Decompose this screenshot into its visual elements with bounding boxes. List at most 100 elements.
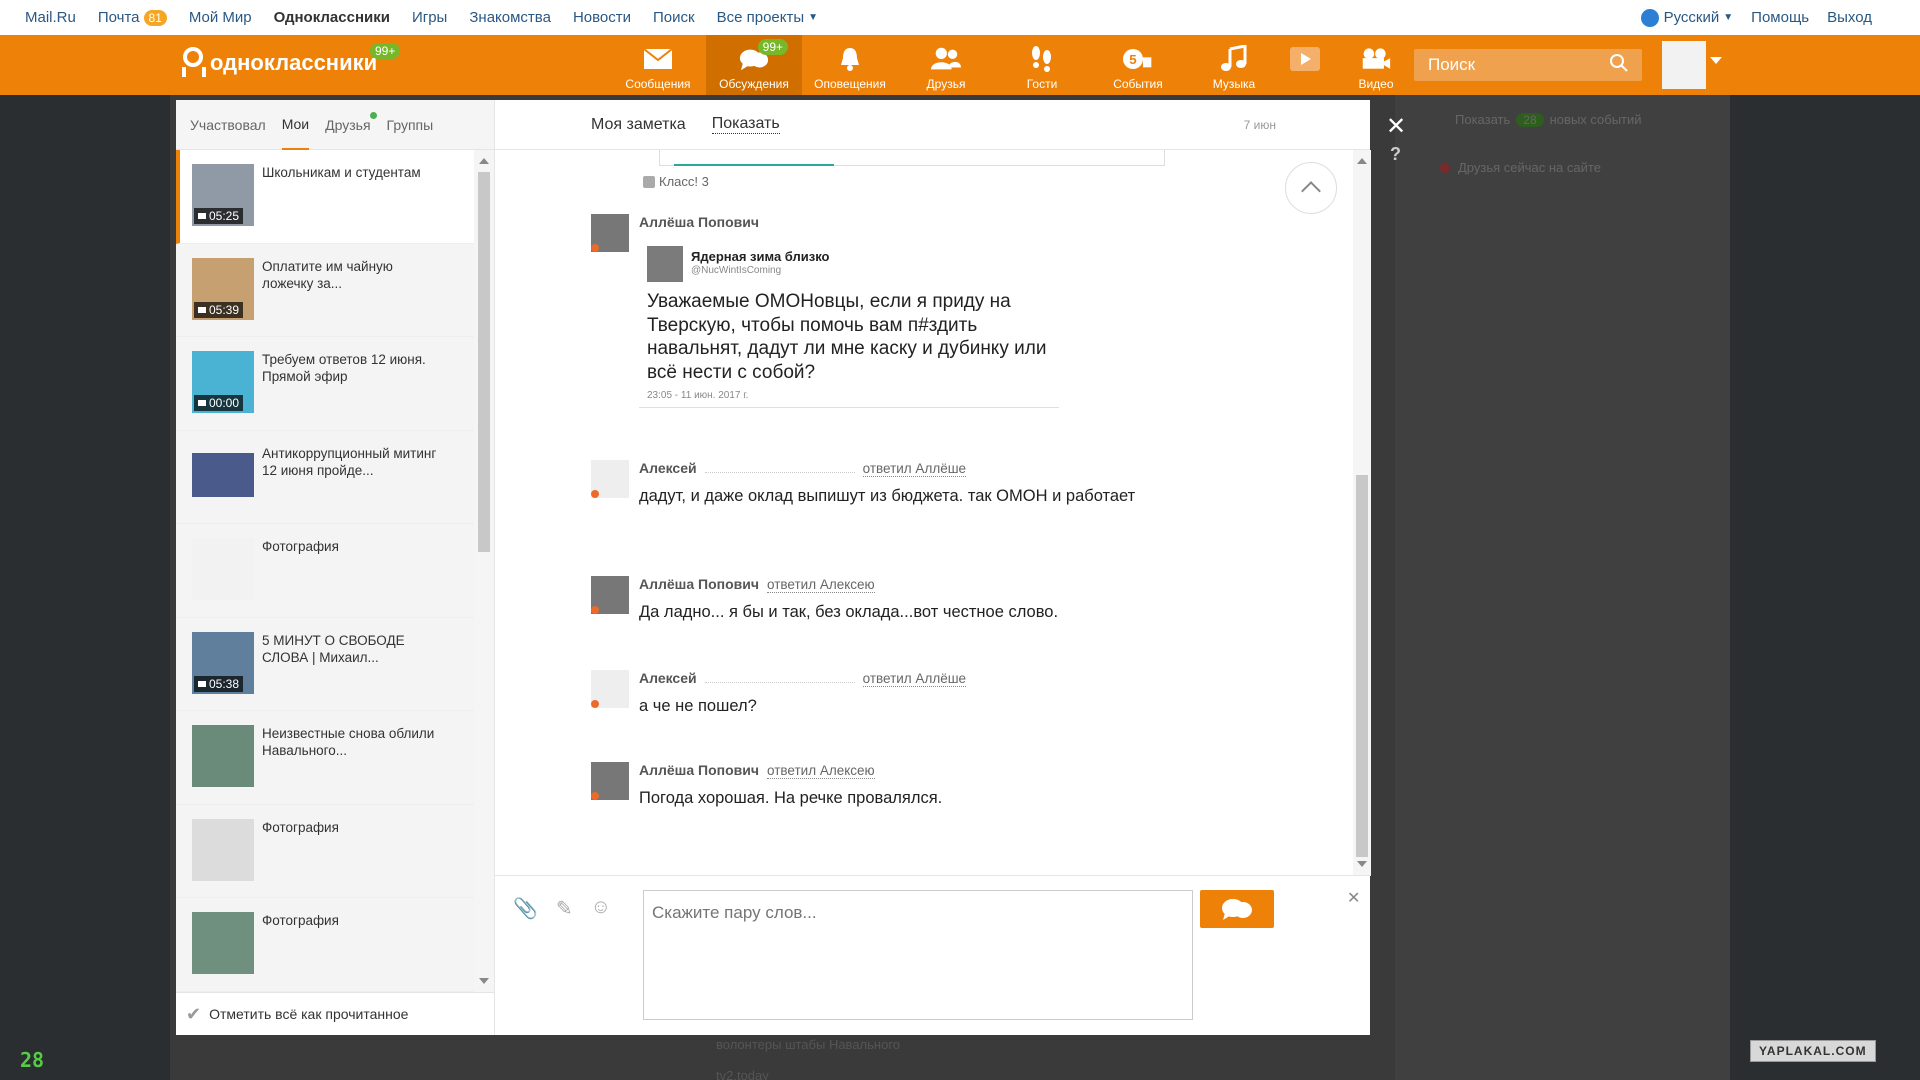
scroll-down-icon[interactable] <box>479 978 489 984</box>
message-author[interactable]: Аллёша Попович <box>639 214 759 230</box>
tab-friends[interactable]: Друзья <box>325 100 377 150</box>
message-text: дадут, и даже оклад выпишут из бюджета. … <box>639 487 1136 505</box>
link-my-world[interactable]: Мой Мир <box>189 9 252 26</box>
mark-all-read-button[interactable]: ✔ Отметить всё как прочитанное <box>176 992 494 1035</box>
tweet-handle: @NucWintIsComing <box>691 265 782 276</box>
list-item[interactable]: Неизвестные снова облили Навального... <box>176 711 474 805</box>
link-search[interactable]: Поиск <box>653 9 695 26</box>
reply-to-link[interactable]: ответил Алексею <box>767 763 875 779</box>
duration-text: 00:00 <box>209 396 240 410</box>
avatar[interactable] <box>591 460 629 498</box>
avatar[interactable] <box>591 762 629 800</box>
chevron-up-icon <box>1301 181 1321 201</box>
reply-to-link[interactable]: ответил Аллёше <box>862 671 967 687</box>
scroll-down-icon[interactable] <box>1357 861 1367 867</box>
message-author[interactable]: Алексей <box>639 460 697 476</box>
list-item[interactable]: Антикоррупционный митинг 12 июня пройде.… <box>176 430 474 524</box>
scrollbar-thumb[interactable] <box>1356 475 1368 857</box>
tab-mine[interactable]: Мои <box>281 100 310 150</box>
avatar[interactable] <box>591 214 629 252</box>
message-author[interactable]: Алексей <box>639 670 697 686</box>
nav-friends[interactable]: Друзья <box>898 35 994 95</box>
mail-count-badge: 81 <box>143 9 167 26</box>
ok-header: одноклассники 99+ Сообщения 99+ Обсужден… <box>0 35 1920 95</box>
link-all-projects[interactable]: Все проекты ▼ <box>717 9 818 26</box>
scroll-to-top-button[interactable] <box>1285 162 1337 214</box>
nav-music[interactable]: Музыка <box>1186 35 1282 95</box>
link-games[interactable]: Игры <box>412 9 447 26</box>
link-mail[interactable]: Почта 81 <box>98 9 167 26</box>
thumbs-up-icon <box>643 175 655 188</box>
link-news[interactable]: Новости <box>573 9 631 26</box>
reply-to-link[interactable]: ответил Аллёше <box>862 461 967 477</box>
tweet-text: Уважаемые ОМОНовцы, если я приду на Твер… <box>647 291 1047 383</box>
logout-link[interactable]: Выход <box>1827 9 1872 26</box>
pencil-icon[interactable]: ✎ <box>556 896 573 921</box>
search-icon[interactable] <box>1610 53 1628 77</box>
people-icon <box>931 45 961 73</box>
watermark: YAPLAKAL.COM <box>1750 1040 1876 1062</box>
klass-count[interactable]: Класс! 3 <box>643 174 709 189</box>
nav-player[interactable] <box>1282 35 1328 95</box>
list-item[interactable]: 05:25 Школьникам и студентам <box>176 150 474 244</box>
tweet-image[interactable]: Ядерная зима близко @NucWintIsComing Ува… <box>639 238 1059 408</box>
messages-scrollbar[interactable] <box>1353 150 1371 875</box>
reply-to-link[interactable]: ответил Алексею <box>767 577 875 593</box>
nav-notifications[interactable]: Оповещения <box>802 35 898 95</box>
mailbar-right: Русский ▼ Помощь Выход <box>1623 8 1920 27</box>
list-item-title: Оплатите им чайную ложечку за... <box>262 258 393 291</box>
paperclip-icon[interactable]: 📎 <box>513 896 538 921</box>
search-input[interactable]: Поиск <box>1414 49 1642 81</box>
composer: 📎 ✎ ☺ ✕ <box>495 875 1371 1035</box>
user-avatar[interactable] <box>1662 41 1706 89</box>
scroll-up-icon[interactable] <box>1357 158 1367 164</box>
smiley-icon[interactable]: ☺ <box>591 896 611 921</box>
conversation-title[interactable]: Моя заметка <box>591 116 686 134</box>
avatar[interactable] <box>591 576 629 614</box>
conversation-header: Моя заметка Показать 7 июн <box>495 100 1370 150</box>
camera-icon <box>198 306 206 313</box>
corner-mark: 28 <box>20 1048 45 1072</box>
list-scrollbar[interactable] <box>474 150 494 992</box>
logo-badge: 99+ <box>370 43 401 59</box>
list-item-title: Требуем ответов 12 июня. Прямой эфир <box>262 352 426 384</box>
nav-messages[interactable]: Сообщения <box>610 35 706 95</box>
list-item[interactable]: 05:38 5 МИНУТ О СВОБОДЕ СЛОВА | Михаил..… <box>176 617 474 711</box>
chevron-down-icon[interactable] <box>1710 57 1722 64</box>
link-odnoklassniki[interactable]: Одноклассники <box>274 9 390 26</box>
nav-friends-label: Друзья <box>926 77 966 91</box>
tab-participated[interactable]: Участвовал <box>190 100 266 150</box>
online-status-dot <box>591 792 599 800</box>
close-icon[interactable]: ✕ <box>1347 888 1360 908</box>
video-thumbnail: 05:39 <box>192 257 254 320</box>
help-icon[interactable]: ? <box>1390 144 1401 165</box>
conversation-panel: Моя заметка Показать 7 июн Класс! 3 Аллё… <box>494 100 1371 1035</box>
language-selector[interactable]: Русский ▼ <box>1640 8 1733 27</box>
nav-events[interactable]: 5 События <box>1090 35 1186 95</box>
avatar[interactable] <box>591 670 629 708</box>
tab-groups[interactable]: Группы <box>387 100 434 150</box>
message-input[interactable] <box>643 890 1193 1020</box>
link-mailru[interactable]: Mail.Ru <box>25 9 76 26</box>
scrollbar-thumb[interactable] <box>478 172 490 552</box>
message-author[interactable]: Аллёша Попович <box>639 576 759 592</box>
list-item[interactable]: 05:39 Оплатите им чайную ложечку за... <box>176 243 474 337</box>
list-item[interactable]: Фотография <box>176 898 474 992</box>
list-item[interactable]: Фотография <box>176 524 474 618</box>
list-item[interactable]: Фотография <box>176 804 474 898</box>
nav-video[interactable]: Видео <box>1328 35 1424 95</box>
help-link[interactable]: Помощь <box>1751 9 1809 26</box>
show-note-link[interactable]: Показать <box>711 115 780 134</box>
message-author[interactable]: Аллёша Попович <box>639 762 759 778</box>
scroll-up-icon[interactable] <box>479 158 489 164</box>
nav-guests[interactable]: Гости <box>994 35 1090 95</box>
nav-discussions[interactable]: 99+ Обсуждения <box>706 35 802 95</box>
close-icon[interactable]: ✕ <box>1386 112 1406 141</box>
ok-logo[interactable]: одноклассники 99+ <box>180 43 401 81</box>
video-camera-icon <box>1361 45 1391 73</box>
send-button[interactable] <box>1200 890 1274 928</box>
note-card-bottom <box>659 150 1165 166</box>
list-item[interactable]: 00:00 Требуем ответов 12 июня. Прямой эф… <box>176 337 474 431</box>
nav-events-label: События <box>1113 77 1163 91</box>
link-dating[interactable]: Знакомства <box>469 9 551 26</box>
